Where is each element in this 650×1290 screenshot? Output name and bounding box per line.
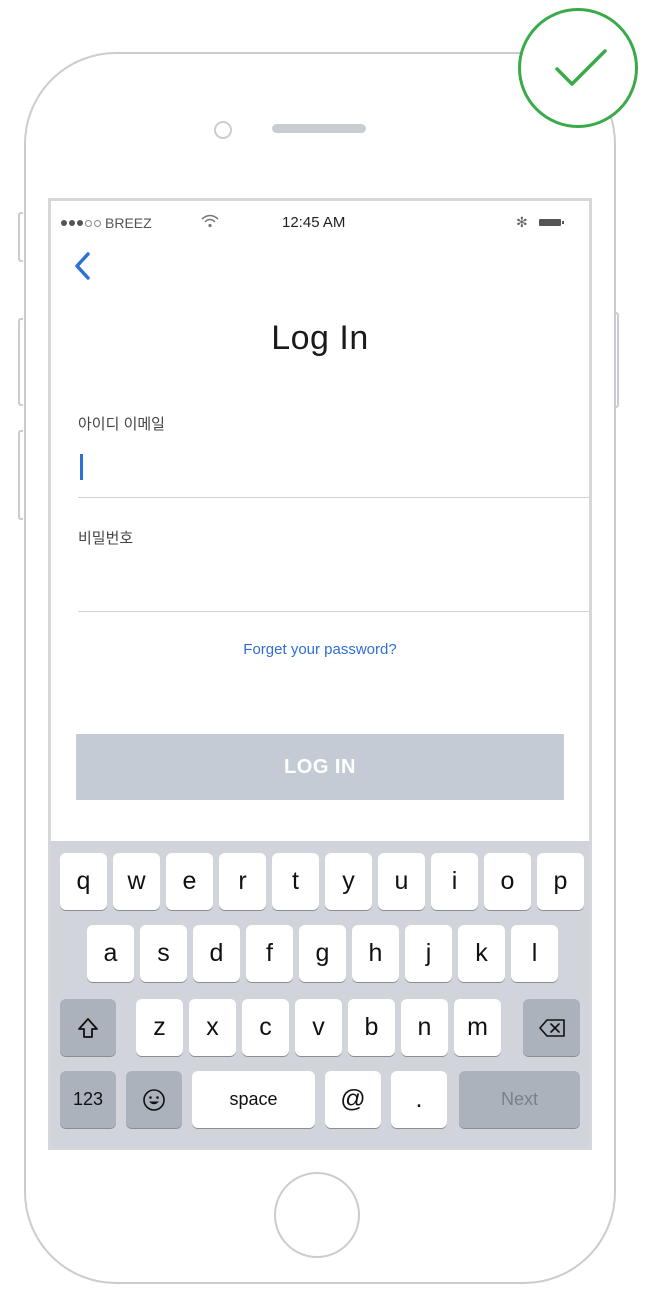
speaker-grille [272,124,366,133]
key-v[interactable]: v [295,999,342,1056]
email-field[interactable] [78,447,584,487]
key-r[interactable]: r [219,853,266,910]
signal-strength-icon [61,219,101,227]
key-k[interactable]: k [458,925,505,982]
key-f[interactable]: f [246,925,293,982]
key-y[interactable]: y [325,853,372,910]
bluetooth-icon: ✻ [516,214,528,230]
backspace-icon [538,1018,565,1037]
at-key[interactable]: @ [325,1071,381,1128]
forgot-password-link[interactable]: Forget your password? [51,641,589,658]
dot-key[interactable]: . [391,1071,447,1128]
key-i[interactable]: i [431,853,478,910]
front-camera-icon [214,121,232,139]
password-field[interactable] [78,563,584,603]
chevron-left-icon [75,252,90,280]
carrier-indicator: BREEZ [61,215,152,231]
email-divider [78,497,589,498]
key-t[interactable]: t [272,853,319,910]
key-l[interactable]: l [511,925,558,982]
key-e[interactable]: e [166,853,213,910]
emoji-key[interactable] [126,1071,182,1128]
shift-key[interactable] [60,999,116,1056]
key-x[interactable]: x [189,999,236,1056]
password-divider [78,611,589,612]
key-u[interactable]: u [378,853,425,910]
key-w[interactable]: w [113,853,160,910]
phone-screen: BREEZ 12:45 AM ✻ Log In 아이디 이메일 비밀번호 For… [48,198,592,1150]
key-m[interactable]: m [454,999,501,1056]
mute-switch [18,212,23,262]
home-button [274,1172,360,1258]
key-p[interactable]: p [537,853,584,910]
back-button[interactable] [73,251,105,285]
next-key[interactable]: Next [459,1071,580,1128]
key-d[interactable]: d [193,925,240,982]
key-s[interactable]: s [140,925,187,982]
login-button[interactable]: LOG IN [76,734,564,800]
volume-up-button [18,318,23,406]
carrier-name: BREEZ [105,215,152,231]
keyboard: q w e r t y u i o p a s d f g h j k l z … [51,841,589,1147]
space-key[interactable]: space [192,1071,315,1128]
volume-down-button [18,430,23,520]
battery-icon [539,219,564,226]
delete-key[interactable] [523,999,580,1056]
key-j[interactable]: j [405,925,452,982]
key-q[interactable]: q [60,853,107,910]
shift-arrow-icon [78,1017,98,1038]
key-h[interactable]: h [352,925,399,982]
text-cursor [80,454,83,480]
status-bar: BREEZ 12:45 AM ✻ [51,201,589,243]
emoji-icon [143,1088,165,1111]
key-b[interactable]: b [348,999,395,1056]
email-label: 아이디 이메일 [78,416,165,433]
numbers-key[interactable]: 123 [60,1071,116,1128]
key-z[interactable]: z [136,999,183,1056]
key-g[interactable]: g [299,925,346,982]
wifi-icon [201,214,219,228]
status-time: 12:45 AM [282,214,346,231]
check-badge [518,8,638,128]
key-n[interactable]: n [401,999,448,1056]
key-a[interactable]: a [87,925,134,982]
checkmark-icon [555,49,607,86]
password-label: 비밀번호 [78,530,134,547]
key-c[interactable]: c [242,999,289,1056]
page-title: Log In [271,319,369,357]
key-o[interactable]: o [484,853,531,910]
